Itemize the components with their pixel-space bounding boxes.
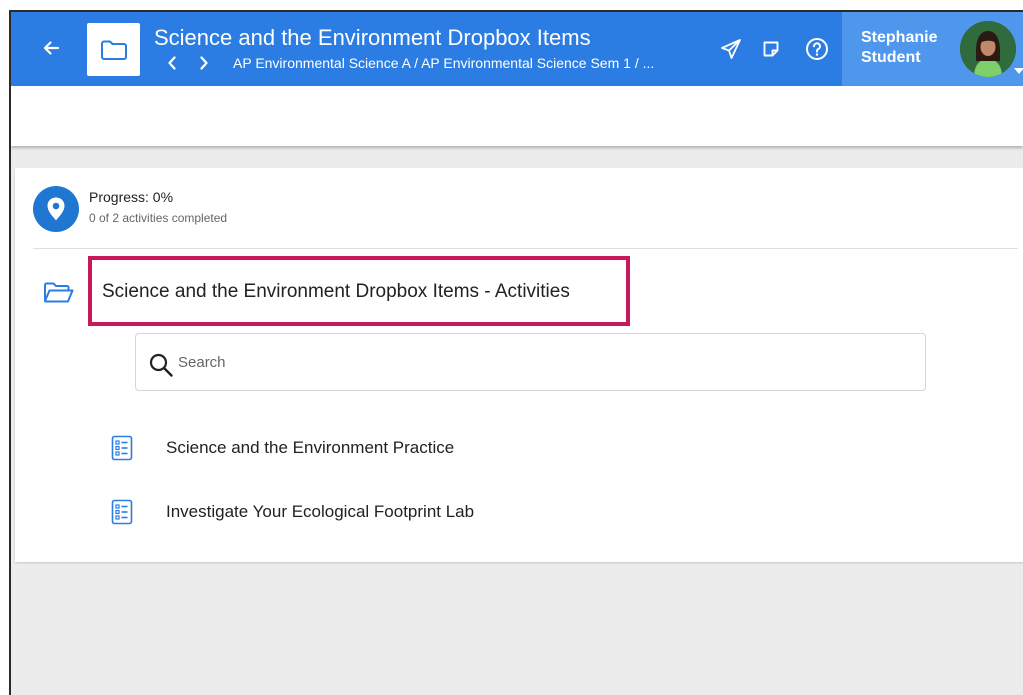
help-circle-icon	[806, 38, 828, 60]
sub-header	[11, 86, 1023, 146]
back-button[interactable]	[35, 32, 67, 64]
next-button[interactable]	[195, 54, 213, 72]
search-input[interactable]	[178, 346, 898, 378]
arrow-left-icon	[43, 41, 60, 55]
folder-open-icon	[44, 282, 74, 303]
breadcrumb-nav	[163, 54, 213, 72]
top-bar: Science and the Environment Dropbox Item…	[11, 12, 1023, 86]
avatar[interactable]	[960, 21, 1016, 77]
search-box	[135, 333, 926, 391]
activity-label: Investigate Your Ecological Footprint La…	[166, 502, 475, 521]
checklist-icon	[111, 499, 133, 525]
chevron-left-icon	[168, 56, 176, 70]
send-button[interactable]	[719, 37, 743, 61]
activity-item[interactable]: Science and the Environment Practice	[111, 433, 811, 463]
help-button[interactable]	[805, 37, 829, 61]
activities-card: Progress: 0% 0 of 2 activities completed…	[15, 168, 1023, 562]
progress-detail: 0 of 2 activities completed	[89, 211, 228, 225]
previous-button[interactable]	[163, 54, 181, 72]
breadcrumb[interactable]: AP Environmental Science A / AP Environm…	[233, 55, 708, 71]
folder-tile	[87, 23, 140, 76]
map-pin-icon	[47, 197, 65, 221]
section-title: Science and the Environment Dropbox Item…	[102, 281, 570, 302]
user-menu[interactable]: Stephanie Student	[842, 12, 1023, 86]
paper-plane-icon	[721, 39, 741, 59]
search-icon	[149, 353, 173, 377]
chevron-right-icon	[200, 56, 208, 70]
notes-button[interactable]	[759, 37, 783, 61]
progress-indicator	[33, 186, 79, 232]
user-last-name: Student	[861, 49, 921, 66]
app-window: Science and the Environment Dropbox Item…	[9, 10, 1023, 695]
user-first-name: Stephanie	[861, 29, 938, 46]
folder-icon	[100, 40, 127, 60]
avatar-image	[960, 21, 1016, 77]
caret-down-icon	[1014, 68, 1023, 74]
user-name: Stephanie Student	[861, 28, 937, 68]
sticky-note-icon	[763, 41, 779, 57]
divider	[33, 248, 1018, 249]
page-title: Science and the Environment Dropbox Item…	[154, 25, 591, 50]
progress-label: Progress: 0%	[89, 189, 174, 205]
checklist-icon	[111, 435, 133, 461]
activity-label: Science and the Environment Practice	[166, 438, 455, 457]
activity-item[interactable]: Investigate Your Ecological Footprint La…	[111, 497, 811, 527]
